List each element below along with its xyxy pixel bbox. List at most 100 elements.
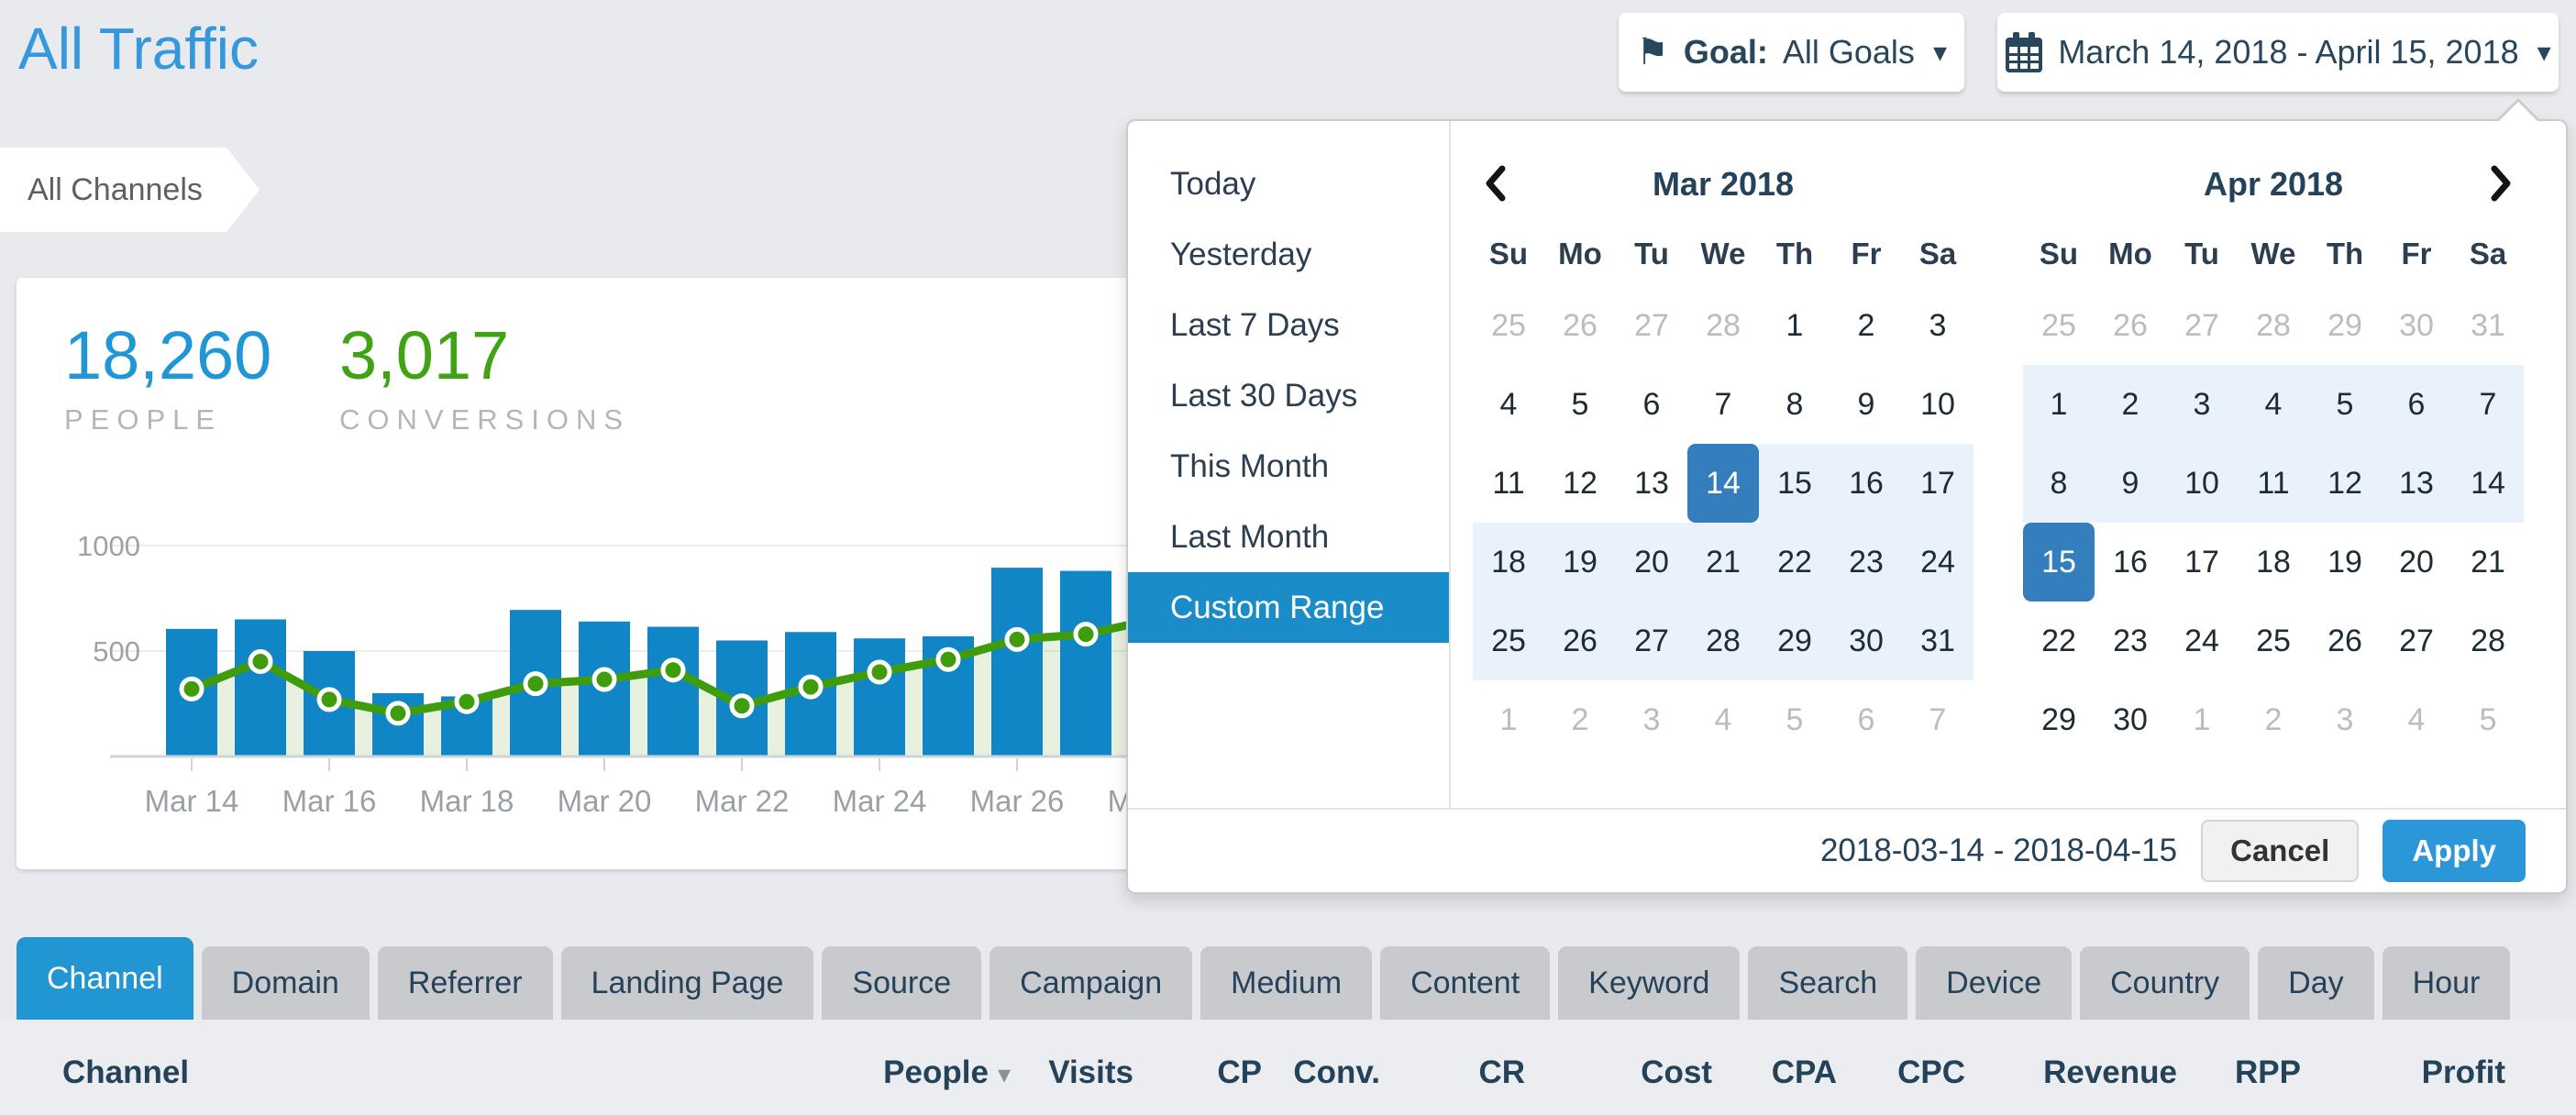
calendar-day[interactable]: 28 [2238,286,2309,365]
calendar-day[interactable]: 8 [2023,444,2095,523]
tab-channel[interactable]: Channel [17,937,193,1020]
preset-yesterday[interactable]: Yesterday [1128,219,1449,290]
calendar-day[interactable]: 18 [2238,523,2309,602]
tab-campaign[interactable]: Campaign [989,946,1192,1020]
calendar-day[interactable]: 2 [2238,680,2309,759]
calendar-day[interactable]: 13 [2381,444,2452,523]
column-header-visits[interactable]: Visits [1048,1054,1133,1091]
calendar-day[interactable]: 1 [2023,365,2095,444]
calendar-day[interactable]: 11 [2238,444,2309,523]
tab-country[interactable]: Country [2080,946,2250,1020]
calendar-day[interactable]: 20 [2381,523,2452,602]
calendar-day[interactable]: 29 [1759,602,1830,680]
calendar-day[interactable]: 25 [1473,602,1544,680]
calendar-day[interactable]: 4 [1687,680,1759,759]
calendar-day[interactable]: 25 [1473,286,1544,365]
calendar-day[interactable]: 28 [2452,602,2524,680]
calendar-day[interactable]: 29 [2023,680,2095,759]
calendar-day[interactable]: 14 [2452,444,2524,523]
calendar-day[interactable]: 3 [1616,680,1687,759]
calendar-day[interactable]: 6 [1616,365,1687,444]
calendar-day[interactable]: 16 [2095,523,2166,602]
cancel-button[interactable]: Cancel [2201,820,2359,882]
calendar-day[interactable]: 8 [1759,365,1830,444]
calendar-day[interactable]: 25 [2238,602,2309,680]
calendar-day[interactable]: 2 [1544,680,1616,759]
calendar-day[interactable]: 24 [1902,523,1973,602]
calendar-day[interactable]: 19 [1544,523,1616,602]
column-header-cpc[interactable]: CPC [1897,1054,1965,1091]
goal-selector-button[interactable]: ⚑ Goal: All Goals ▾ [1619,13,1964,92]
calendar-day[interactable]: 30 [1830,602,1902,680]
next-month-button[interactable] [2482,163,2518,204]
calendar-day[interactable]: 1 [1473,680,1544,759]
tab-keyword[interactable]: Keyword [1558,946,1740,1020]
column-header-rpp[interactable]: RPP [2235,1054,2301,1091]
column-header-cr[interactable]: CR [1478,1054,1525,1091]
calendar-day[interactable]: 18 [1473,523,1544,602]
tab-landing-page[interactable]: Landing Page [561,946,814,1020]
calendar-day[interactable]: 3 [1902,286,1973,365]
calendar-day[interactable]: 12 [2309,444,2381,523]
column-header-cpa[interactable]: CPA [1772,1054,1837,1091]
calendar-day[interactable]: 28 [1687,602,1759,680]
calendar-day[interactable]: 15 [1759,444,1830,523]
tab-hour[interactable]: Hour [2383,946,2511,1020]
calendar-day[interactable]: 10 [1902,365,1973,444]
calendar-day[interactable]: 11 [1473,444,1544,523]
tab-source[interactable]: Source [822,946,981,1020]
calendar-day[interactable]: 29 [2309,286,2381,365]
preset-last-month[interactable]: Last Month [1128,502,1449,572]
calendar-day[interactable]: 13 [1616,444,1687,523]
calendar-day[interactable]: 1 [1759,286,1830,365]
calendar-day[interactable]: 2 [2095,365,2166,444]
calendar-day[interactable]: 26 [2095,286,2166,365]
calendar-day[interactable]: 9 [2095,444,2166,523]
calendar-day[interactable]: 20 [1616,523,1687,602]
calendar-day[interactable]: 30 [2381,286,2452,365]
calendar-day[interactable]: 28 [1687,286,1759,365]
preset-this-month[interactable]: This Month [1128,431,1449,502]
calendar-day[interactable]: 23 [1830,523,1902,602]
column-header-profit[interactable]: Profit [2422,1054,2505,1091]
calendar-day[interactable]: 5 [1759,680,1830,759]
calendar-day[interactable]: 5 [2452,680,2524,759]
calendar-day[interactable]: 1 [2166,680,2238,759]
calendar-day[interactable]: 10 [2166,444,2238,523]
tab-domain[interactable]: Domain [202,946,370,1020]
calendar-day[interactable]: 27 [2381,602,2452,680]
preset-last-30-days[interactable]: Last 30 Days [1128,360,1449,431]
calendar-day[interactable]: 5 [2309,365,2381,444]
calendar-day[interactable]: 5 [1544,365,1616,444]
calendar-day[interactable]: 22 [2023,602,2095,680]
column-header-channel[interactable]: Channel [62,1054,189,1091]
tab-content[interactable]: Content [1380,946,1550,1020]
calendar-day[interactable]: 4 [2381,680,2452,759]
calendar-day[interactable]: 23 [2095,602,2166,680]
calendar-day[interactable]: 31 [2452,286,2524,365]
calendar-day[interactable]: 21 [1687,523,1759,602]
calendar-day[interactable]: 17 [1902,444,1973,523]
tab-medium[interactable]: Medium [1200,946,1372,1020]
calendar-day[interactable]: 16 [1830,444,1902,523]
tab-search[interactable]: Search [1748,946,1907,1020]
column-header-conv-[interactable]: Conv. [1293,1054,1380,1091]
breadcrumb[interactable]: All Channels [0,148,227,232]
preset-today[interactable]: Today [1128,149,1449,219]
calendar-day[interactable]: 7 [1902,680,1973,759]
calendar-day[interactable]: 27 [1616,286,1687,365]
calendar-day[interactable]: 7 [1687,365,1759,444]
calendar-day[interactable]: 24 [2166,602,2238,680]
calendar-day[interactable]: 3 [2166,365,2238,444]
calendar-day[interactable]: 4 [2238,365,2309,444]
calendar-day[interactable]: 2 [1830,286,1902,365]
calendar-day[interactable]: 6 [2381,365,2452,444]
calendar-day[interactable]: 22 [1759,523,1830,602]
tab-referrer[interactable]: Referrer [378,946,553,1020]
date-range-button[interactable]: March 14, 2018 - April 15, 2018 ▾ [1997,13,2559,92]
column-header-people[interactable]: People▾ [883,1054,1011,1091]
preset-custom-range[interactable]: Custom Range [1128,572,1449,643]
calendar-day[interactable]: 17 [2166,523,2238,602]
calendar-day[interactable]: 6 [1830,680,1902,759]
calendar-day[interactable]: 3 [2309,680,2381,759]
